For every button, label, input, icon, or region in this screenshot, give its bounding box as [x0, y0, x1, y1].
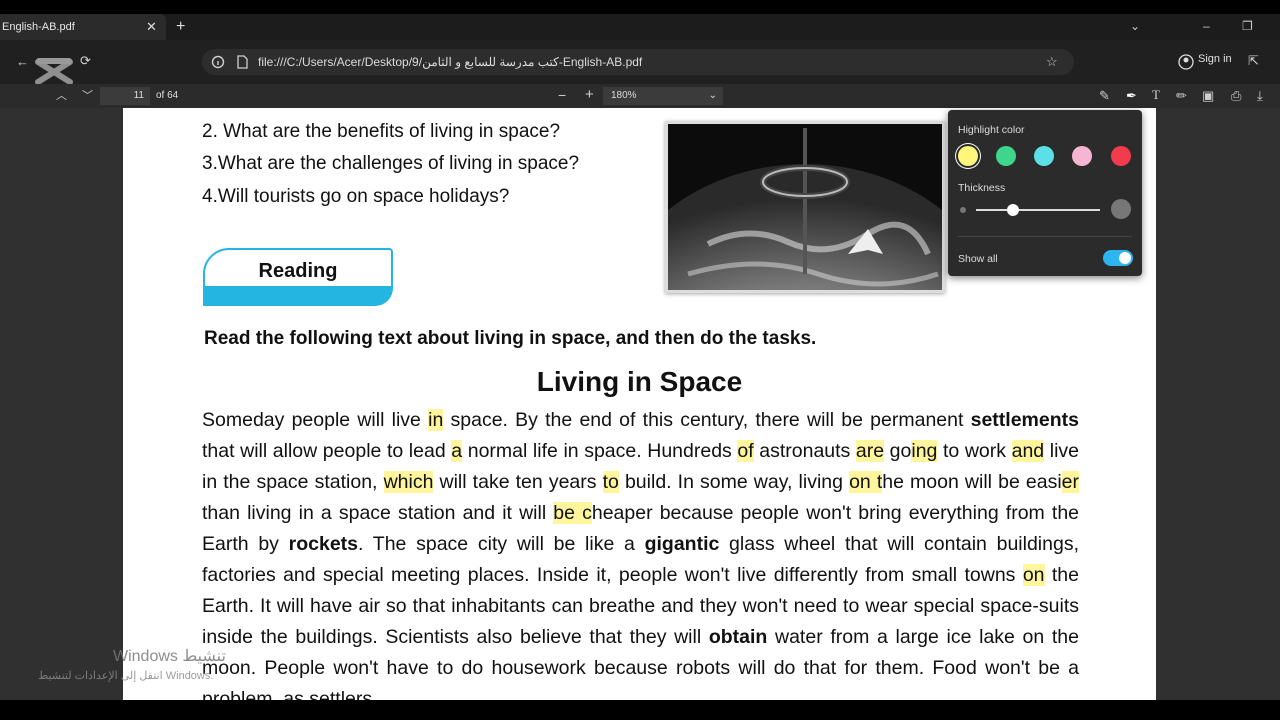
chevron-down-page-icon[interactable]: ﹀ [82, 87, 93, 103]
highlight[interactable]: of [737, 440, 754, 462]
color-swatch-cyan[interactable] [1034, 146, 1054, 166]
sign-in-button[interactable]: Sign in [1198, 53, 1232, 65]
highlight[interactable]: on [1022, 564, 1045, 586]
highlight[interactable]: and [1011, 440, 1045, 462]
color-swatch-pink[interactable] [1072, 146, 1092, 166]
thick-dot-icon [1111, 199, 1131, 219]
color-swatch-red[interactable] [1111, 146, 1131, 166]
reading-section-tag: Reading [203, 248, 393, 306]
show-all-toggle[interactable] [1103, 250, 1133, 266]
chevron-down-zoom-icon: ⌄ [708, 90, 717, 101]
profile-icon[interactable] [1178, 54, 1194, 70]
question-2: 2. What are the benefits of living in sp… [202, 121, 561, 142]
toggle-knob [1119, 252, 1131, 264]
close-tab-icon[interactable]: ✕ [146, 14, 158, 40]
page-number-input[interactable]: 11 [100, 87, 150, 105]
new-tab-button[interactable]: + [176, 14, 185, 40]
share-icon[interactable]: ⇱ [1248, 53, 1259, 69]
reading-band [203, 288, 393, 306]
browser-window: English-AB.pdf ✕ + ⌄ – ❐ ← ⟳ file:///C:/… [0, 0, 1280, 720]
info-icon[interactable] [211, 55, 225, 69]
passage-title: Living in Space [536, 366, 743, 397]
question-3: 3.What are the challenges of living in s… [202, 153, 580, 174]
highlight[interactable]: on t [849, 471, 883, 493]
highlight[interactable]: which [383, 471, 434, 493]
minimize-button[interactable]: – [1203, 14, 1210, 38]
highlight[interactable]: to [602, 471, 619, 493]
thin-dot-icon [960, 207, 966, 213]
page-total: of 64 [156, 90, 179, 101]
zoom-value: 180% [611, 90, 637, 101]
back-icon[interactable]: ← [16, 54, 29, 69]
save-icon[interactable]: ⤓ [1257, 88, 1263, 104]
space-station-image [665, 121, 945, 293]
chevron-down-icon[interactable]: ⌄ [1130, 14, 1140, 38]
highlight[interactable]: in [428, 409, 444, 431]
thickness-slider-knob[interactable] [1007, 204, 1020, 216]
zoom-in-button[interactable]: + [585, 86, 594, 103]
thickness-slider[interactable] [976, 209, 1100, 211]
thickness-label: Thickness [958, 182, 1006, 194]
highlight-color-label: Highlight color [958, 124, 1025, 136]
color-swatch-green[interactable] [996, 146, 1016, 166]
zoom-out-button[interactable]: − [558, 87, 566, 103]
edit-pdf-icon[interactable]: ✎ [1099, 88, 1110, 104]
color-swatch-yellow[interactable] [958, 146, 978, 166]
highlight[interactable]: a [451, 440, 463, 462]
highlight[interactable]: er [1061, 471, 1079, 493]
reading-label: Reading [203, 248, 393, 288]
address-bar[interactable]: file:///C:/Users/Acer/Desktop/9/كتب مدرس… [202, 49, 1074, 75]
text-tool-icon[interactable]: T [1152, 87, 1160, 103]
highlight[interactable]: are [855, 440, 885, 462]
print-icon[interactable]: ⎙ [1231, 88, 1241, 104]
highlight[interactable]: ing [911, 440, 938, 462]
passage-body: Someday people will live in space. By th… [202, 409, 1080, 700]
restore-button[interactable]: ❐ [1242, 14, 1253, 38]
instruction-text: Read the following text about living in … [204, 328, 817, 349]
show-all-label: Show all [958, 253, 998, 265]
star-icon[interactable]: ☆ [1046, 54, 1058, 70]
activation-watermark-text: انتقل إلى الإعدادات لتنشيط Windows. [38, 670, 214, 682]
tab-title: English-AB.pdf [2, 21, 75, 33]
tab-pdf[interactable]: English-AB.pdf ✕ [0, 14, 166, 40]
popup-divider [958, 236, 1132, 237]
tab-bar: English-AB.pdf ✕ + ⌄ – ❐ [0, 14, 1280, 40]
file-icon [237, 55, 248, 69]
address-row: ← ⟳ file:///C:/Users/Acer/Desktop/9/كتب … [0, 40, 1280, 85]
chevron-up-icon[interactable]: ︿ [56, 87, 67, 103]
highlight[interactable]: be c [553, 502, 592, 524]
highlight-icon[interactable]: ✒ [1126, 88, 1137, 104]
pdf-toolbar: ︿ ﹀ 11 of 64 − + 180% ⌄ ✎ ✒ T ✏ ▣ ⎙ ⤓ [0, 84, 1280, 108]
bottom-bar [0, 700, 1280, 720]
url-text[interactable]: file:///C:/Users/Acer/Desktop/9/كتب مدرس… [258, 49, 642, 75]
reload-icon[interactable]: ⟳ [80, 53, 91, 69]
highlight-settings-popup: Highlight color Thickness Show all [948, 110, 1142, 276]
zoom-select[interactable]: 180% ⌄ [603, 87, 723, 105]
image-icon[interactable]: ▣ [1202, 88, 1214, 104]
question-4: 4.Will tourists go on space holidays? [202, 186, 510, 207]
activation-watermark-title: Windows تنشيط [113, 648, 226, 665]
draw-icon[interactable]: ✏ [1176, 88, 1187, 104]
